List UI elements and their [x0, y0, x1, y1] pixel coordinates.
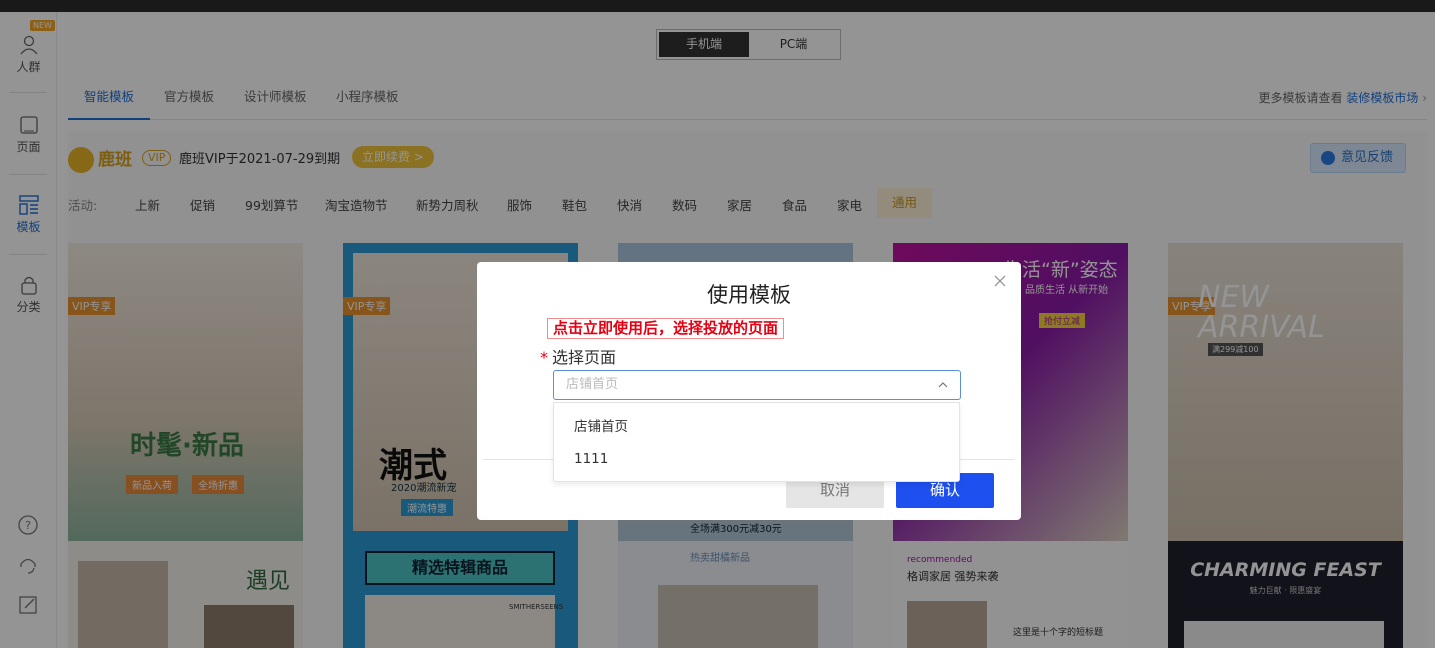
dropdown-option[interactable]: 店铺首页: [554, 411, 959, 443]
required-mark: *: [540, 348, 548, 367]
usage-hint: 点击立即使用后，选择投放的页面: [547, 318, 785, 339]
dropdown-option[interactable]: 1111: [554, 443, 959, 475]
chevron-up-icon: [938, 382, 948, 388]
page-select-dropdown: 店铺首页 1111: [553, 402, 960, 482]
page-select[interactable]: 店铺首页: [553, 370, 961, 400]
select-page-label: * 选择页面: [540, 344, 616, 368]
close-icon[interactable]: [993, 274, 1007, 288]
dialog-title: 使用模板: [707, 283, 791, 307]
select-placeholder: 店铺首页: [566, 377, 619, 392]
field-label-text: 选择页面: [552, 348, 617, 367]
